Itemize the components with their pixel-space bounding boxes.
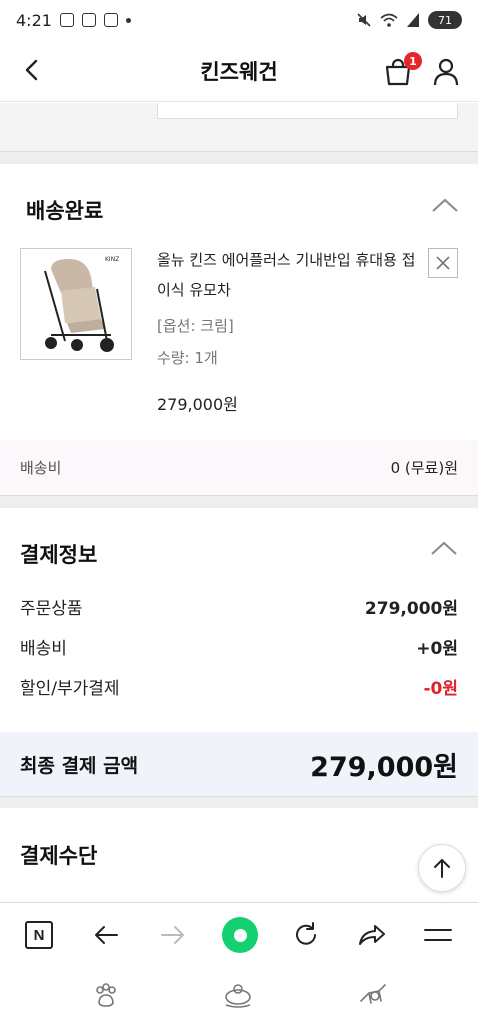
shipping-fee-label: 배송비: [20, 459, 62, 477]
back-arrow-icon: [95, 926, 118, 944]
cart-count-badge: 1: [404, 52, 422, 70]
previous-section-bottom: [0, 103, 478, 151]
scroll-to-top-button[interactable]: [418, 844, 466, 892]
previous-box-fragment: [157, 103, 458, 119]
toy-icon: [225, 984, 251, 1008]
system-navigation-bar: [0, 966, 478, 1024]
section-divider: [0, 151, 478, 164]
section-divider: [0, 495, 478, 508]
product-quantity: 수량: 1개: [157, 349, 218, 367]
app-title: 킨즈웨건: [200, 59, 278, 84]
cart-button[interactable]: 1: [380, 52, 422, 90]
order-product-label: 주문상품: [20, 599, 83, 619]
product-option: [옵션: 크림]: [157, 317, 234, 335]
product-price: 279,000원: [157, 395, 238, 414]
battery-indicator: 71: [428, 11, 462, 29]
final-amount-row: 최종 결제 금액 279,000원: [0, 732, 478, 796]
app-notification-icon: [103, 13, 118, 27]
status-bar: 4:21 71: [0, 0, 478, 40]
back-arrow-icon: [25, 59, 38, 81]
system-back-button[interactable]: [356, 978, 390, 1012]
refresh-button[interactable]: [286, 915, 326, 955]
share-button[interactable]: [352, 915, 392, 955]
naver-logo-icon: N: [25, 921, 53, 949]
mute-icon: [357, 13, 371, 27]
green-dot-icon: [222, 917, 258, 953]
order-product-value: 279,000원: [364, 599, 458, 619]
app-header: 킨즈웨건 1: [0, 40, 478, 102]
browser-forward-button[interactable]: [153, 915, 193, 955]
arrow-up-icon: [434, 859, 450, 878]
shipping-cost-row: 배송비 +0원: [20, 634, 458, 659]
payment-method-title: 결제수단: [20, 844, 98, 868]
user-button[interactable]: [428, 54, 464, 90]
signal-icon: [407, 13, 419, 27]
svg-text:KINZ: KINZ: [105, 256, 119, 263]
close-icon: [436, 256, 450, 270]
final-amount-value: 279,000원: [310, 751, 458, 783]
shipping-fee-value: 0 (무료)원: [390, 459, 458, 477]
home-button[interactable]: [221, 978, 255, 1012]
shipping-fee-row: 배송비 0 (무료)원: [0, 440, 478, 495]
remove-button[interactable]: [428, 248, 458, 278]
animal-icon: [360, 984, 386, 1004]
browser-toolbar: N: [0, 902, 478, 966]
recent-apps-button[interactable]: [89, 978, 123, 1012]
paw-icon: [96, 983, 116, 1007]
product-name[interactable]: 올뉴 킨즈 에어플러스 기내반입 휴대용 접이식 유모차: [157, 245, 427, 305]
shopping-notification-icon: [81, 13, 96, 27]
shipping-cost-value: +0원: [416, 639, 458, 659]
discount-label: 할인/부가결제: [20, 679, 120, 699]
naver-home-button[interactable]: N: [19, 915, 59, 955]
green-dot-button[interactable]: [220, 915, 260, 955]
menu-button[interactable]: [418, 915, 458, 955]
share-icon: [359, 925, 385, 945]
menu-icon: [424, 929, 452, 941]
wifi-icon: [380, 13, 398, 27]
chevron-up-icon[interactable]: [430, 196, 460, 214]
user-icon: [433, 58, 459, 86]
more-notifications-icon: [125, 17, 131, 23]
section-divider: [0, 796, 478, 808]
discount-row: 할인/부가결제 -0원: [20, 674, 458, 699]
back-button[interactable]: [14, 52, 50, 88]
shipping-cost-label: 배송비: [20, 639, 67, 659]
stroller-image: KINZ: [44, 256, 119, 352]
forward-arrow-icon: [161, 926, 184, 944]
payment-info-title: 결제정보: [20, 543, 98, 567]
discount-value: -0원: [423, 679, 458, 699]
delivery-status-title: 배송완료: [26, 199, 104, 223]
notification-icon: [59, 13, 74, 27]
order-product-row: 주문상품 279,000원: [20, 594, 458, 619]
browser-back-button[interactable]: [86, 915, 126, 955]
final-amount-label: 최종 결제 금액: [20, 754, 139, 777]
refresh-icon: [296, 922, 316, 945]
product-thumbnail[interactable]: KINZ: [20, 248, 132, 360]
status-time: 4:21: [16, 10, 52, 30]
chevron-up-icon[interactable]: [429, 539, 459, 557]
